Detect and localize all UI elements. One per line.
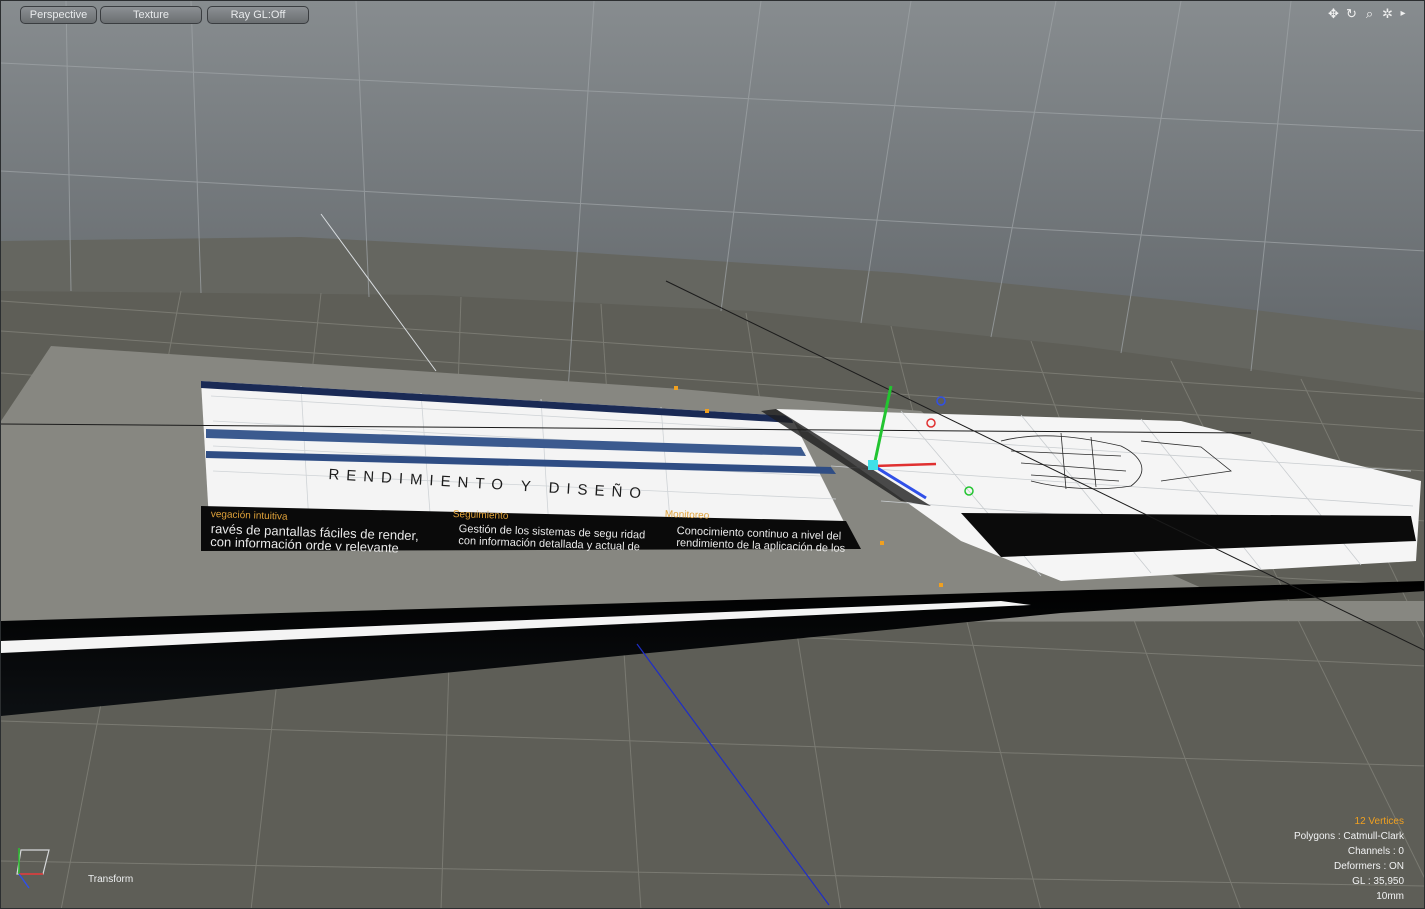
expand-arrow-icon[interactable]: ▸ — [1398, 5, 1408, 22]
move-view-icon[interactable]: ✥ — [1326, 5, 1341, 22]
view-controls: ✥ ↻ ⌕ ✲ ▸ — [1326, 5, 1408, 22]
scene-stats: 12 Vertices Polygons : Catmull-Clark Cha… — [1294, 814, 1404, 904]
active-tool-label: Transform — [88, 874, 134, 885]
grid-unit-stat: 10mm — [1376, 891, 1404, 902]
texture-button[interactable]: Texture — [100, 6, 202, 24]
selection-count: 12 Vertices — [1354, 816, 1404, 827]
deformers-stat: Deformers : ON — [1333, 861, 1404, 872]
rotate-view-icon[interactable]: ↻ — [1344, 5, 1359, 22]
scene-canvas[interactable] — [1, 1, 1425, 909]
perspective-button[interactable]: Perspective — [20, 6, 97, 24]
settings-icon[interactable]: ✲ — [1380, 5, 1395, 22]
polygons-stat: Polygons : Catmull-Clark — [1293, 831, 1404, 842]
3d-viewport[interactable]: RENDIMIENTO Y DISEÑO vegación intuitiva … — [0, 0, 1425, 909]
ray-gl-button[interactable]: Ray GL:Off — [207, 6, 309, 24]
channels-stat: Channels : 0 — [1347, 846, 1404, 857]
section-title-3: Monitoreo — [664, 509, 710, 522]
axis-orientation-icon — [16, 848, 50, 889]
zoom-view-icon[interactable]: ⌕ — [1362, 5, 1377, 22]
gl-stat: GL : 35,950 — [1352, 876, 1404, 887]
section-title-2: Seguimiento — [452, 509, 509, 522]
